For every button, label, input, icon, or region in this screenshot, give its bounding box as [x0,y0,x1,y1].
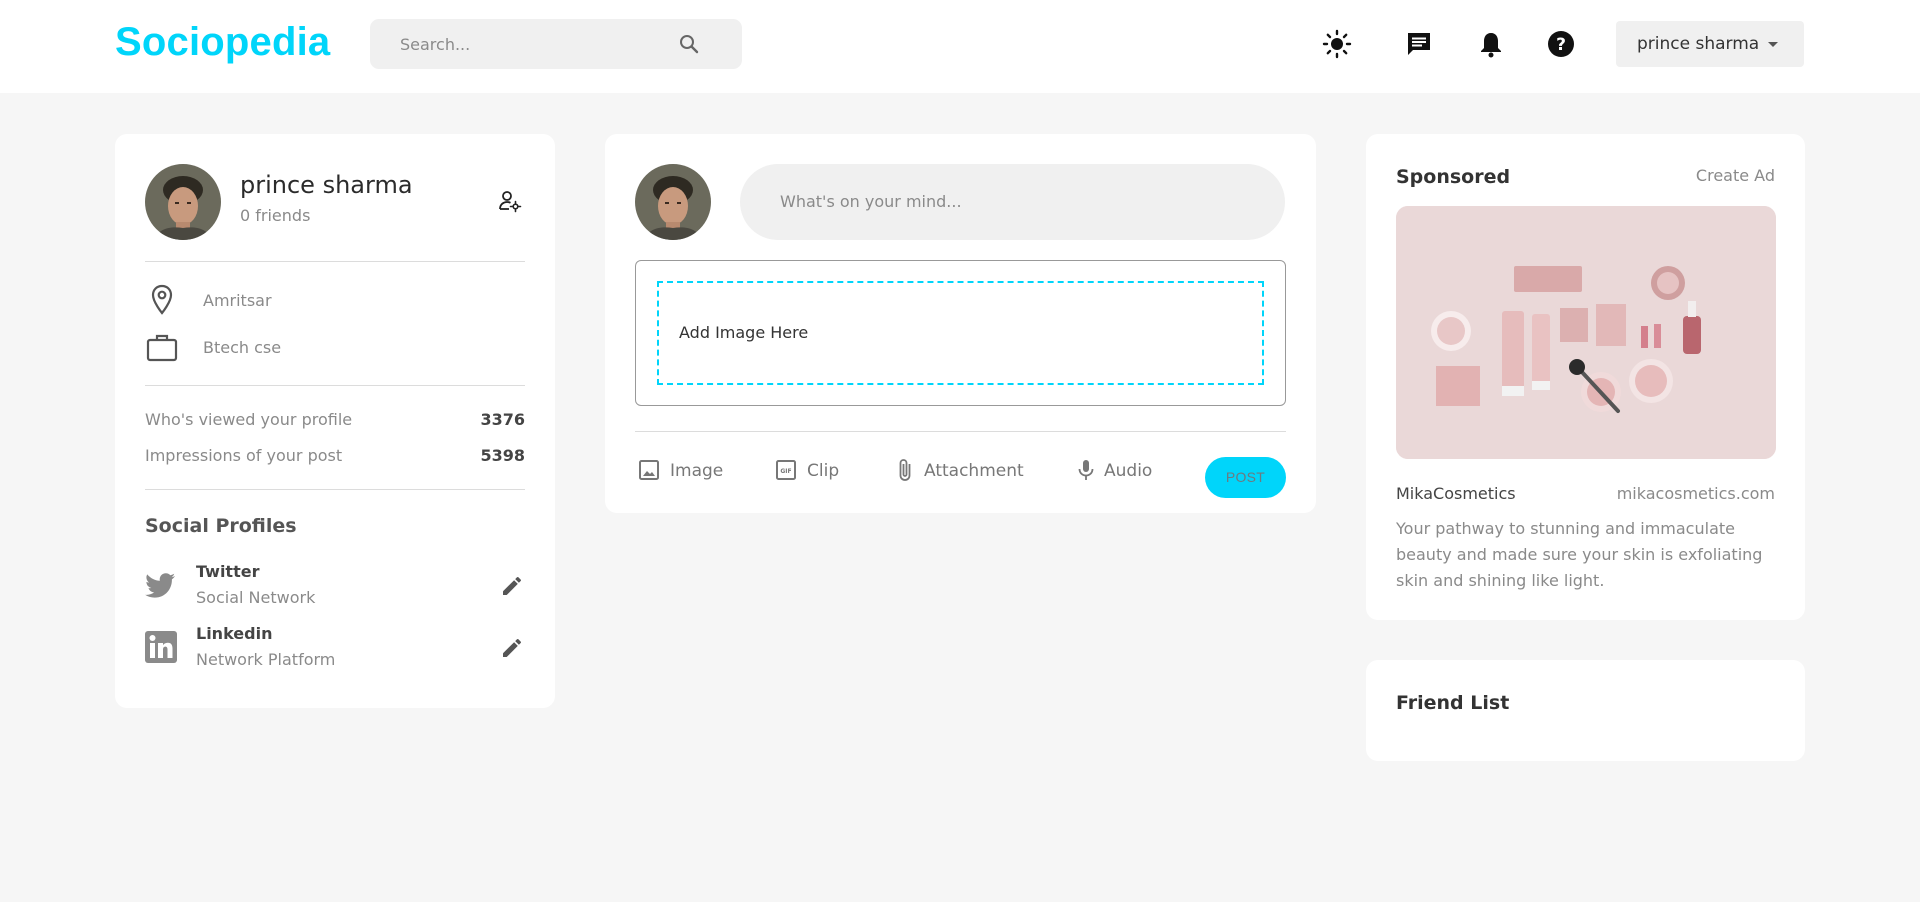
location-icon [151,284,173,315]
user-menu-name: prince sharma [1637,34,1760,54]
microphone-icon [1078,460,1094,480]
clip-action[interactable]: GIF Clip [774,458,844,484]
create-post-card: What's on your mind... Add Image Here Im… [605,134,1316,513]
user-menu-select[interactable]: prince sharma [1616,21,1804,67]
profile-views-label: Who's viewed your profile [145,410,353,429]
divider [145,385,525,386]
create-ad-link[interactable]: Create Ad [1696,166,1775,185]
post-button[interactable]: POST [1205,457,1286,498]
image-action-label: Image [670,461,724,481]
dropzone-text: Add Image Here [679,323,809,342]
divider [145,489,525,490]
message-icon[interactable] [1404,29,1434,59]
image-icon [639,460,659,480]
profile-name[interactable]: prince sharma [240,171,413,199]
sponsored-title: Sponsored [1396,166,1511,188]
divider [145,261,525,262]
attachment-action[interactable]: Attachment [893,458,1024,484]
help-icon[interactable]: ? [1546,29,1576,59]
svg-text:?: ? [1556,35,1566,55]
twitter-subtitle: Social Network [196,588,316,607]
ad-image[interactable] [1396,206,1776,459]
search-bar[interactable]: Search... [370,19,742,69]
occupation-text: Btech cse [203,338,282,357]
friends-count: 0 friends [240,206,311,225]
sun-icon[interactable] [1322,29,1352,59]
linkedin-icon [145,631,177,663]
search-icon[interactable] [677,32,701,56]
twitter-name: Twitter [196,562,260,581]
gif-icon: GIF [776,460,796,480]
manage-account-icon[interactable] [498,189,522,213]
search-input[interactable]: Search... [400,35,470,54]
post-input-placeholder: What's on your mind... [780,192,962,211]
svg-text:GIF: GIF [780,468,791,475]
sponsored-card: Sponsored Create Ad MikaCosmetics mikaco… [1366,134,1805,620]
ad-description: Your pathway to stunning and immaculate … [1396,519,1763,590]
attachment-action-label: Attachment [924,461,1024,481]
linkedin-name: Linkedin [196,624,273,643]
advertiser-website[interactable]: mikacosmetics.com [1617,484,1775,503]
navbar: Sociopedia Search... ? prince sharma [0,0,1920,93]
edit-twitter-icon[interactable] [500,574,524,598]
logo[interactable]: Sociopedia [115,20,330,65]
impressions-value: 5398 [480,446,525,465]
advertiser-name: MikaCosmetics [1396,484,1516,503]
clip-action-label: Clip [807,461,840,481]
profile-views-value: 3376 [480,410,525,429]
avatar[interactable] [145,164,221,240]
friend-list-title: Friend List [1396,692,1510,714]
post-input[interactable]: What's on your mind... [740,164,1285,240]
avatar[interactable] [635,164,711,240]
audio-action-label: Audio [1104,461,1153,481]
briefcase-icon [146,334,178,362]
image-dropzone[interactable]: Add Image Here [657,281,1264,385]
divider [635,431,1286,432]
social-profiles-title: Social Profiles [145,515,297,537]
twitter-icon [145,573,175,598]
post-button-label: POST [1225,469,1266,485]
friend-list-card: Friend List [1366,660,1805,761]
image-dropzone-container: Add Image Here [635,260,1286,406]
bell-icon[interactable] [1476,29,1506,59]
profile-card: prince sharma 0 friends Amritsar Btech c… [115,134,555,708]
audio-action[interactable]: Audio [1074,458,1154,484]
edit-linkedin-icon[interactable] [500,636,524,660]
paperclip-icon [899,459,911,481]
location-text: Amritsar [203,291,272,310]
impressions-label: Impressions of your post [145,446,343,465]
chevron-down-icon [1768,42,1778,47]
linkedin-subtitle: Network Platform [196,650,336,669]
image-action[interactable]: Image [637,458,723,484]
